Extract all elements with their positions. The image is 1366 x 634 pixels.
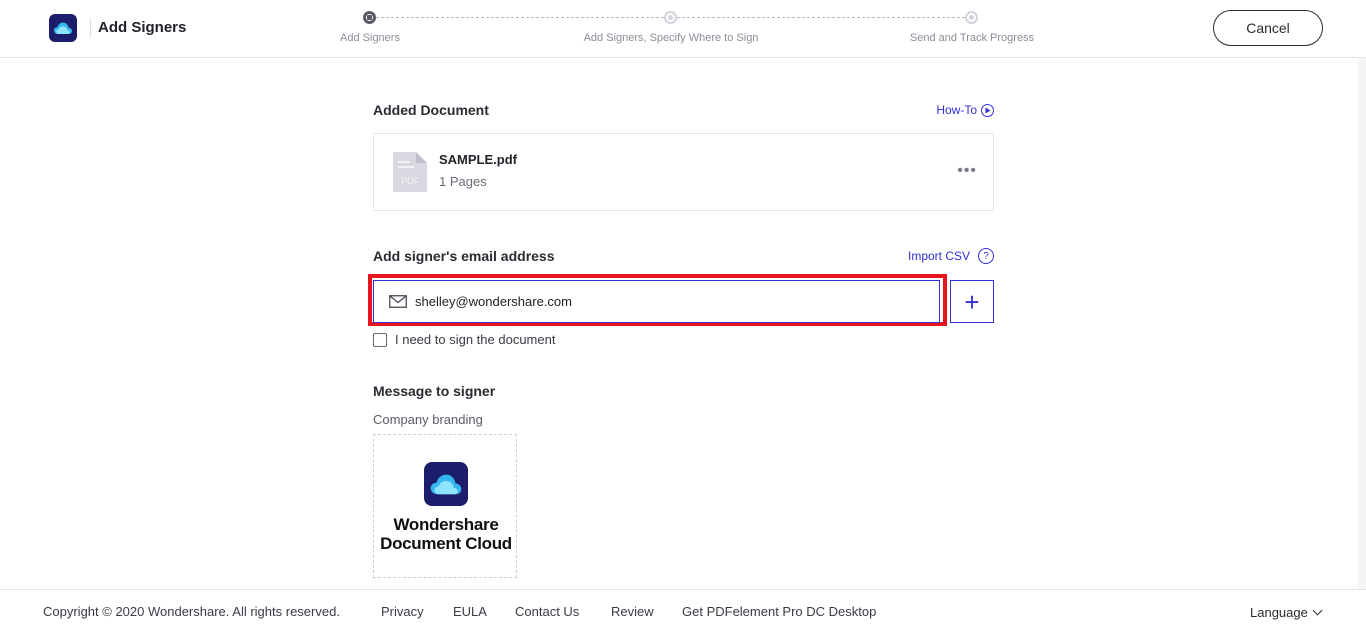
- signer-email-field[interactable]: [373, 280, 940, 323]
- step-connector: [376, 17, 664, 18]
- step-2-label: Add Signers, Specify Where to Sign: [583, 32, 759, 44]
- how-to-link[interactable]: How-To: [936, 103, 994, 117]
- play-circle-icon: [981, 103, 994, 117]
- document-page-count: 1 Pages: [439, 174, 487, 189]
- brand-cloud-icon: [424, 462, 468, 506]
- copyright-text: Copyright © 2020 Wondershare. All rights…: [43, 604, 340, 619]
- company-branding-label: Company branding: [373, 412, 483, 427]
- footer-link-review[interactable]: Review: [611, 604, 654, 619]
- cancel-button[interactable]: Cancel: [1213, 10, 1323, 46]
- step-3-label: Send and Track Progress: [909, 32, 1035, 44]
- footer-link-eula[interactable]: EULA: [453, 604, 487, 619]
- how-to-label: How-To: [936, 103, 977, 117]
- help-icon[interactable]: ?: [978, 248, 994, 264]
- svg-text:PDF: PDF: [401, 176, 420, 186]
- brand-line-1: Wondershare: [393, 515, 499, 534]
- top-header: Add Signers Add Signers Add Signers, Spe…: [0, 0, 1366, 58]
- signer-email-heading: Add signer's email address: [373, 248, 555, 264]
- document-name: SAMPLE.pdf: [439, 152, 517, 167]
- self-sign-label: I need to sign the document: [395, 332, 556, 347]
- company-branding-upload[interactable]: Wondershare Document Cloud: [373, 434, 517, 578]
- document-card: PDF SAMPLE.pdf 1 Pages •••: [373, 133, 994, 211]
- signer-email-input[interactable]: [415, 294, 915, 309]
- self-sign-checkbox[interactable]: [373, 332, 387, 347]
- step-2-indicator: [664, 11, 677, 24]
- more-options-icon[interactable]: •••: [957, 162, 977, 180]
- step-1-indicator: [363, 11, 376, 24]
- progress-stepper: Add Signers Add Signers, Specify Where t…: [0, 0, 1366, 58]
- footer-link-desktop[interactable]: Get PDFelement Pro DC Desktop: [682, 604, 876, 619]
- language-selector[interactable]: Language: [1250, 605, 1323, 620]
- import-csv-label: Import CSV: [907, 249, 970, 263]
- brand-line-2: Document Cloud: [380, 534, 512, 553]
- language-label: Language: [1250, 605, 1308, 620]
- page-footer: Copyright © 2020 Wondershare. All rights…: [0, 589, 1366, 634]
- added-document-heading: Added Document: [373, 102, 489, 118]
- step-connector: [677, 17, 965, 18]
- pdf-file-icon: PDF: [393, 152, 427, 192]
- mail-icon: [389, 295, 407, 308]
- scrollbar-track[interactable]: [1358, 58, 1366, 589]
- step-1-label: Add Signers: [340, 32, 400, 44]
- footer-link-contact[interactable]: Contact Us: [515, 604, 579, 619]
- footer-link-privacy[interactable]: Privacy: [381, 604, 424, 619]
- step-3-indicator: [965, 11, 978, 24]
- self-sign-option[interactable]: I need to sign the document: [373, 332, 555, 347]
- chevron-down-icon: [1312, 605, 1323, 616]
- brand-name: Wondershare Document Cloud: [374, 515, 518, 553]
- import-csv-link[interactable]: Import CSV ?: [908, 248, 994, 264]
- message-heading: Message to signer: [373, 383, 496, 399]
- add-signer-button[interactable]: +: [950, 280, 994, 323]
